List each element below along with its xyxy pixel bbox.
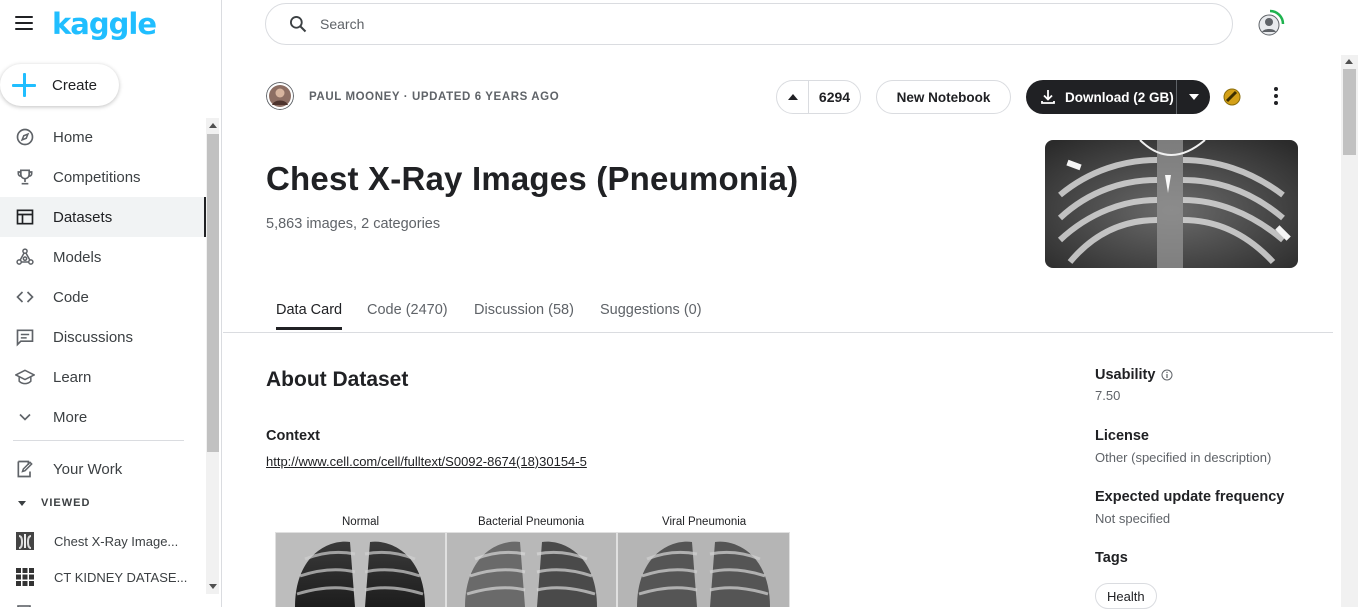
menu-icon[interactable] <box>15 16 33 30</box>
school-icon <box>15 369 35 385</box>
viewed-heading: VIEWED <box>41 497 91 509</box>
info-icon[interactable] <box>1161 369 1173 381</box>
license-heading: License <box>1095 428 1149 444</box>
usability-label: Usability <box>1095 367 1156 383</box>
upvote-button[interactable] <box>777 81 809 113</box>
dataset-grid-icon <box>16 568 34 586</box>
upvote-widget: 6294 <box>776 80 861 114</box>
comments-icon <box>16 329 34 347</box>
scroll-up-arrow-icon[interactable] <box>209 123 217 128</box>
context-heading: Context <box>266 428 320 444</box>
download-options-button[interactable] <box>1177 80 1210 114</box>
sidebar-item-label: Learn <box>53 368 92 386</box>
sidebar-item-label: Your Work <box>53 460 123 478</box>
sidebar-nav: Home Competitions Datasets Models Code D… <box>0 117 206 437</box>
search-input[interactable] <box>320 16 1120 32</box>
gold-medal-icon[interactable] <box>1223 88 1241 106</box>
sidebar-item-label: Competitions <box>53 168 141 186</box>
new-notebook-button[interactable]: New Notebook <box>876 80 1011 114</box>
sidebar-divider <box>13 440 184 441</box>
tab-data-card[interactable]: Data Card <box>276 302 343 330</box>
sidebar-item-label: Code <box>53 288 89 306</box>
more-options-icon[interactable] <box>1266 86 1286 106</box>
sidebar-item-home[interactable]: Home <box>0 117 206 157</box>
viewed-item-label: Chest X-Ray Image... <box>54 533 179 549</box>
usability-heading: Usability <box>1095 367 1173 383</box>
page-scrollbar[interactable] <box>1341 55 1358 607</box>
sidebar-scrollbar[interactable] <box>206 118 219 594</box>
download-icon <box>1041 90 1055 104</box>
viewed-item-label: CT KIDNEY DATASE... <box>54 569 188 585</box>
compass-icon <box>16 128 34 146</box>
scroll-down-arrow-icon[interactable] <box>209 584 217 589</box>
caret-down-icon <box>1188 94 1199 100</box>
search-icon <box>290 16 307 33</box>
scrollbar-thumb[interactable] <box>1343 69 1356 155</box>
sidebar-item-label: More <box>53 408 88 426</box>
upvote-count: 6294 <box>818 89 851 105</box>
models-icon <box>16 248 34 265</box>
sidebar-item-label: Home <box>53 128 94 146</box>
dataset-tabs: Data Card Code (2470) Discussion (58) Su… <box>223 292 1333 333</box>
tab-code[interactable]: Code (2470) <box>367 302 448 330</box>
sidebar-item-datasets[interactable]: Datasets <box>0 197 206 237</box>
viewed-item[interactable]: CT KIDNEY DATASE... <box>0 560 206 594</box>
caret-down-icon <box>18 501 26 506</box>
viewed-section-toggle[interactable]: VIEWED <box>17 497 90 509</box>
tags-heading: Tags <box>1095 550 1128 566</box>
sidebar-item-code[interactable]: Code <box>0 277 206 317</box>
create-button[interactable]: Create <box>0 64 119 106</box>
xray-comparison-figure <box>275 532 790 607</box>
search-bar[interactable] <box>265 3 1233 45</box>
user-avatar[interactable] <box>1255 9 1285 39</box>
download-button-group: Download (2 GB) <box>1026 80 1210 114</box>
sidebar-item-label: Discussions <box>53 328 134 346</box>
kaggle-logo[interactable]: kaggle <box>52 7 157 41</box>
scroll-up-arrow-icon[interactable] <box>1345 59 1353 64</box>
dataset-thumbnail-icon <box>16 532 34 550</box>
usability-value: 7.50 <box>1095 388 1121 403</box>
plus-icon <box>11 72 37 98</box>
dataset-cover-image <box>1045 140 1298 268</box>
dataset-subtitle: 5,863 images, 2 categories <box>266 216 441 232</box>
tab-suggestions[interactable]: Suggestions (0) <box>600 302 702 330</box>
sidebar: kaggle Create Home Competitions Datasets… <box>0 0 222 607</box>
arrow-up-icon <box>787 94 798 100</box>
license-value: Other (specified in description) <box>1095 450 1272 465</box>
code-icon <box>16 291 34 303</box>
table-icon <box>16 209 34 225</box>
create-label: Create <box>52 76 98 94</box>
edit-note-icon <box>17 460 33 478</box>
scrollbar-thumb[interactable] <box>207 134 219 452</box>
about-dataset-heading: About Dataset <box>266 368 409 391</box>
sidebar-item-label: Models <box>53 248 102 266</box>
update-frequency-value: Not specified <box>1095 511 1171 526</box>
tab-discussion[interactable]: Discussion (58) <box>474 302 574 330</box>
viewed-item[interactable] <box>0 596 206 607</box>
chevron-down-icon <box>19 413 31 421</box>
sidebar-item-label: Datasets <box>53 208 113 226</box>
dataset-title: Chest X-Ray Images (Pneumonia) <box>266 160 799 197</box>
update-frequency-heading: Expected update frequency <box>1095 489 1285 505</box>
tag-chip[interactable]: Health <box>1095 583 1157 609</box>
owner-avatar[interactable] <box>266 82 294 110</box>
context-link[interactable]: http://www.cell.com/cell/fulltext/S0092-… <box>266 454 587 469</box>
sidebar-item-models[interactable]: Models <box>0 237 206 277</box>
viewed-item[interactable]: Chest X-Ray Image... <box>0 524 206 558</box>
owner-update-line: PAUL MOONEY · UPDATED 6 YEARS AGO <box>309 91 560 103</box>
download-button[interactable]: Download (2 GB) <box>1026 80 1177 114</box>
download-label: Download (2 GB) <box>1065 89 1174 105</box>
sidebar-item-learn[interactable]: Learn <box>0 357 206 397</box>
sidebar-item-discussions[interactable]: Discussions <box>0 317 206 357</box>
sidebar-item-more[interactable]: More <box>0 397 206 437</box>
trophy-icon <box>17 169 33 185</box>
sidebar-item-competitions[interactable]: Competitions <box>0 157 206 197</box>
sidebar-item-your-work[interactable]: Your Work <box>0 449 206 489</box>
